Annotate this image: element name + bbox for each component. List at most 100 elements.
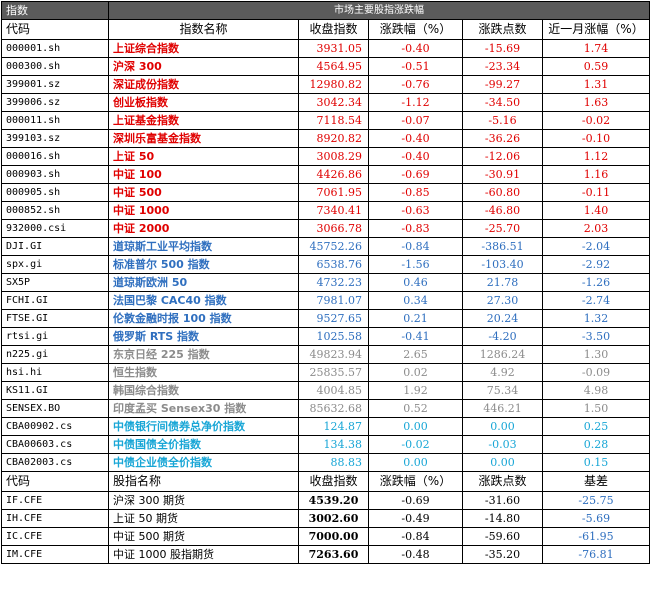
index-code: 000852.sh [1,201,109,220]
table-row: 000011.sh 上证基金指数 7118.54 -0.07 -5.16 -0.02 [1,111,650,130]
index-month-change: 1.32 [541,309,650,328]
futures-close: 4539.20 [298,491,369,510]
index-pct-change: -0.02 [368,435,463,454]
index-point-change: -36.26 [462,129,543,148]
futures-code: IF.CFE [1,491,109,510]
index-close: 3042.34 [298,93,369,112]
index-code: 399001.sz [1,75,109,94]
index-point-change: 21.78 [462,273,543,292]
index-close: 12980.82 [298,75,369,94]
index-pct-change: -0.83 [368,219,463,238]
futures-code: IC.CFE [1,527,109,546]
index-pct-change: 0.21 [368,309,463,328]
index-point-change: -99.27 [462,75,543,94]
index-pct-change: -1.56 [368,255,463,274]
index-close: 4732.23 [298,273,369,292]
index-month-change: -1.26 [541,273,650,292]
index-code: CBA00902.cs [1,417,109,436]
index-name: 沪深 300 [108,57,299,76]
index-pct-change: -1.12 [368,93,463,112]
table-row: 000016.sh 上证 50 3008.29 -0.40 -12.06 1.12 [1,147,650,166]
index-close: 134.38 [298,435,369,454]
index-close: 4564.95 [298,57,369,76]
futures-close: 7000.00 [298,527,369,546]
index-code: 000016.sh [1,147,109,166]
table-row: CBA00902.cs 中债银行间债券总净价指数 124.87 0.00 0.00 0.2… [1,417,650,436]
index-month-change: 1.12 [541,147,650,166]
index-point-change: -12.06 [462,147,543,166]
index-point-change: 27.30 [462,291,543,310]
futures-table-body: IF.CFE 沪深 300 期货 4539.20 -0.69 -31.60 -25.75 I… [1,491,650,564]
index-code: 000903.sh [1,165,109,184]
index-close: 8920.82 [298,129,369,148]
table-row: IF.CFE 沪深 300 期货 4539.20 -0.69 -31.60 -25.75 [1,491,650,510]
index-close: 4426.86 [298,165,369,184]
futures-name: 上证 50 期货 [108,509,299,528]
index-point-change: -4.20 [462,327,543,346]
index-close: 7118.54 [298,111,369,130]
futures-pct-change: -0.49 [368,509,463,528]
futures-header-close: 收盘指数 [298,471,369,492]
index-code: SENSEX.BO [1,399,109,418]
index-point-change: 4.92 [462,363,543,382]
corner-label: 指数 [1,1,109,20]
index-code: CBA02003.cs [1,453,109,472]
index-name: 中证 2000 [108,219,299,238]
table-row: CBA00603.cs 中债国债全价指数 134.38 -0.02 -0.03 0.28 [1,435,650,454]
futures-close: 7263.60 [298,545,369,564]
index-name: 标准普尔 500 指数 [108,255,299,274]
table-row: 000300.sh 沪深 300 4564.95 -0.51 -23.34 0.59 [1,57,650,76]
futures-header-row: 代码 股指名称 收盘指数 涨跌幅（%） 涨跌点数 基差 [1,471,650,492]
index-month-change: 0.28 [541,435,650,454]
index-close: 88.83 [298,453,369,472]
index-code: DJI.GI [1,237,109,256]
index-month-change: -2.92 [541,255,650,274]
table-row: CBA02003.cs 中债企业债全价指数 88.83 0.00 0.00 0.15 [1,453,650,472]
index-month-change: -2.04 [541,237,650,256]
futures-point-change: -31.60 [462,491,543,510]
table-row: 932000.csi 中证 2000 3066.78 -0.83 -25.70 2.03 [1,219,650,238]
index-code: 000905.sh [1,183,109,202]
futures-basis: -76.81 [541,545,650,564]
index-close: 25835.57 [298,363,369,382]
index-name: 中证 1000 [108,201,299,220]
index-point-change: -5.16 [462,111,543,130]
index-code: 000011.sh [1,111,109,130]
futures-pct-change: -0.48 [368,545,463,564]
index-name: 中债国债全价指数 [108,435,299,454]
index-name: 中债企业债全价指数 [108,453,299,472]
index-pct-change: -0.40 [368,129,463,148]
index-code: spx.gi [1,255,109,274]
index-close: 49823.94 [298,345,369,364]
index-name: 印度孟买 Sensex30 指数 [108,399,299,418]
futures-point-change: -14.80 [462,509,543,528]
futures-pct-change: -0.84 [368,527,463,546]
index-pct-change: -0.07 [368,111,463,130]
table-row: 000905.sh 中证 500 7061.95 -0.85 -60.80 -0.11 [1,183,650,202]
index-pct-change: -0.69 [368,165,463,184]
index-point-change: -103.40 [462,255,543,274]
futures-point-change: -59.60 [462,527,543,546]
index-pct-change: 0.00 [368,453,463,472]
index-point-change: -386.51 [462,237,543,256]
table-row: 399001.sz 深证成份指数 12980.82 -0.76 -99.27 1.31 [1,75,650,94]
index-code: 399006.sz [1,93,109,112]
index-month-change: 2.03 [541,219,650,238]
market-index-table-panel: 指数 市场主要股指涨跌幅 代码 指数名称 收盘指数 涨跌幅（%） 涨跌点数 近一… [1,1,650,605]
index-pct-change: 0.02 [368,363,463,382]
index-pct-change: -0.41 [368,327,463,346]
index-month-change: 0.59 [541,57,650,76]
column-header-code: 代码 [1,19,109,40]
index-pct-change: 0.46 [368,273,463,292]
index-month-change: -2.74 [541,291,650,310]
index-point-change: 446.21 [462,399,543,418]
index-name: 道琼斯工业平均指数 [108,237,299,256]
table-row: FCHI.GI 法国巴黎 CAC40 指数 7981.07 0.34 27.30 -2.7… [1,291,650,310]
index-month-change: 4.98 [541,381,650,400]
index-month-change: 1.74 [541,39,650,58]
index-month-change: 1.63 [541,93,650,112]
futures-header-basis: 基差 [541,471,650,492]
index-close: 7981.07 [298,291,369,310]
futures-basis: -25.75 [541,491,650,510]
index-table-body: 000001.sh 上证综合指数 3931.05 -0.40 -15.69 1.74 000… [1,39,650,472]
